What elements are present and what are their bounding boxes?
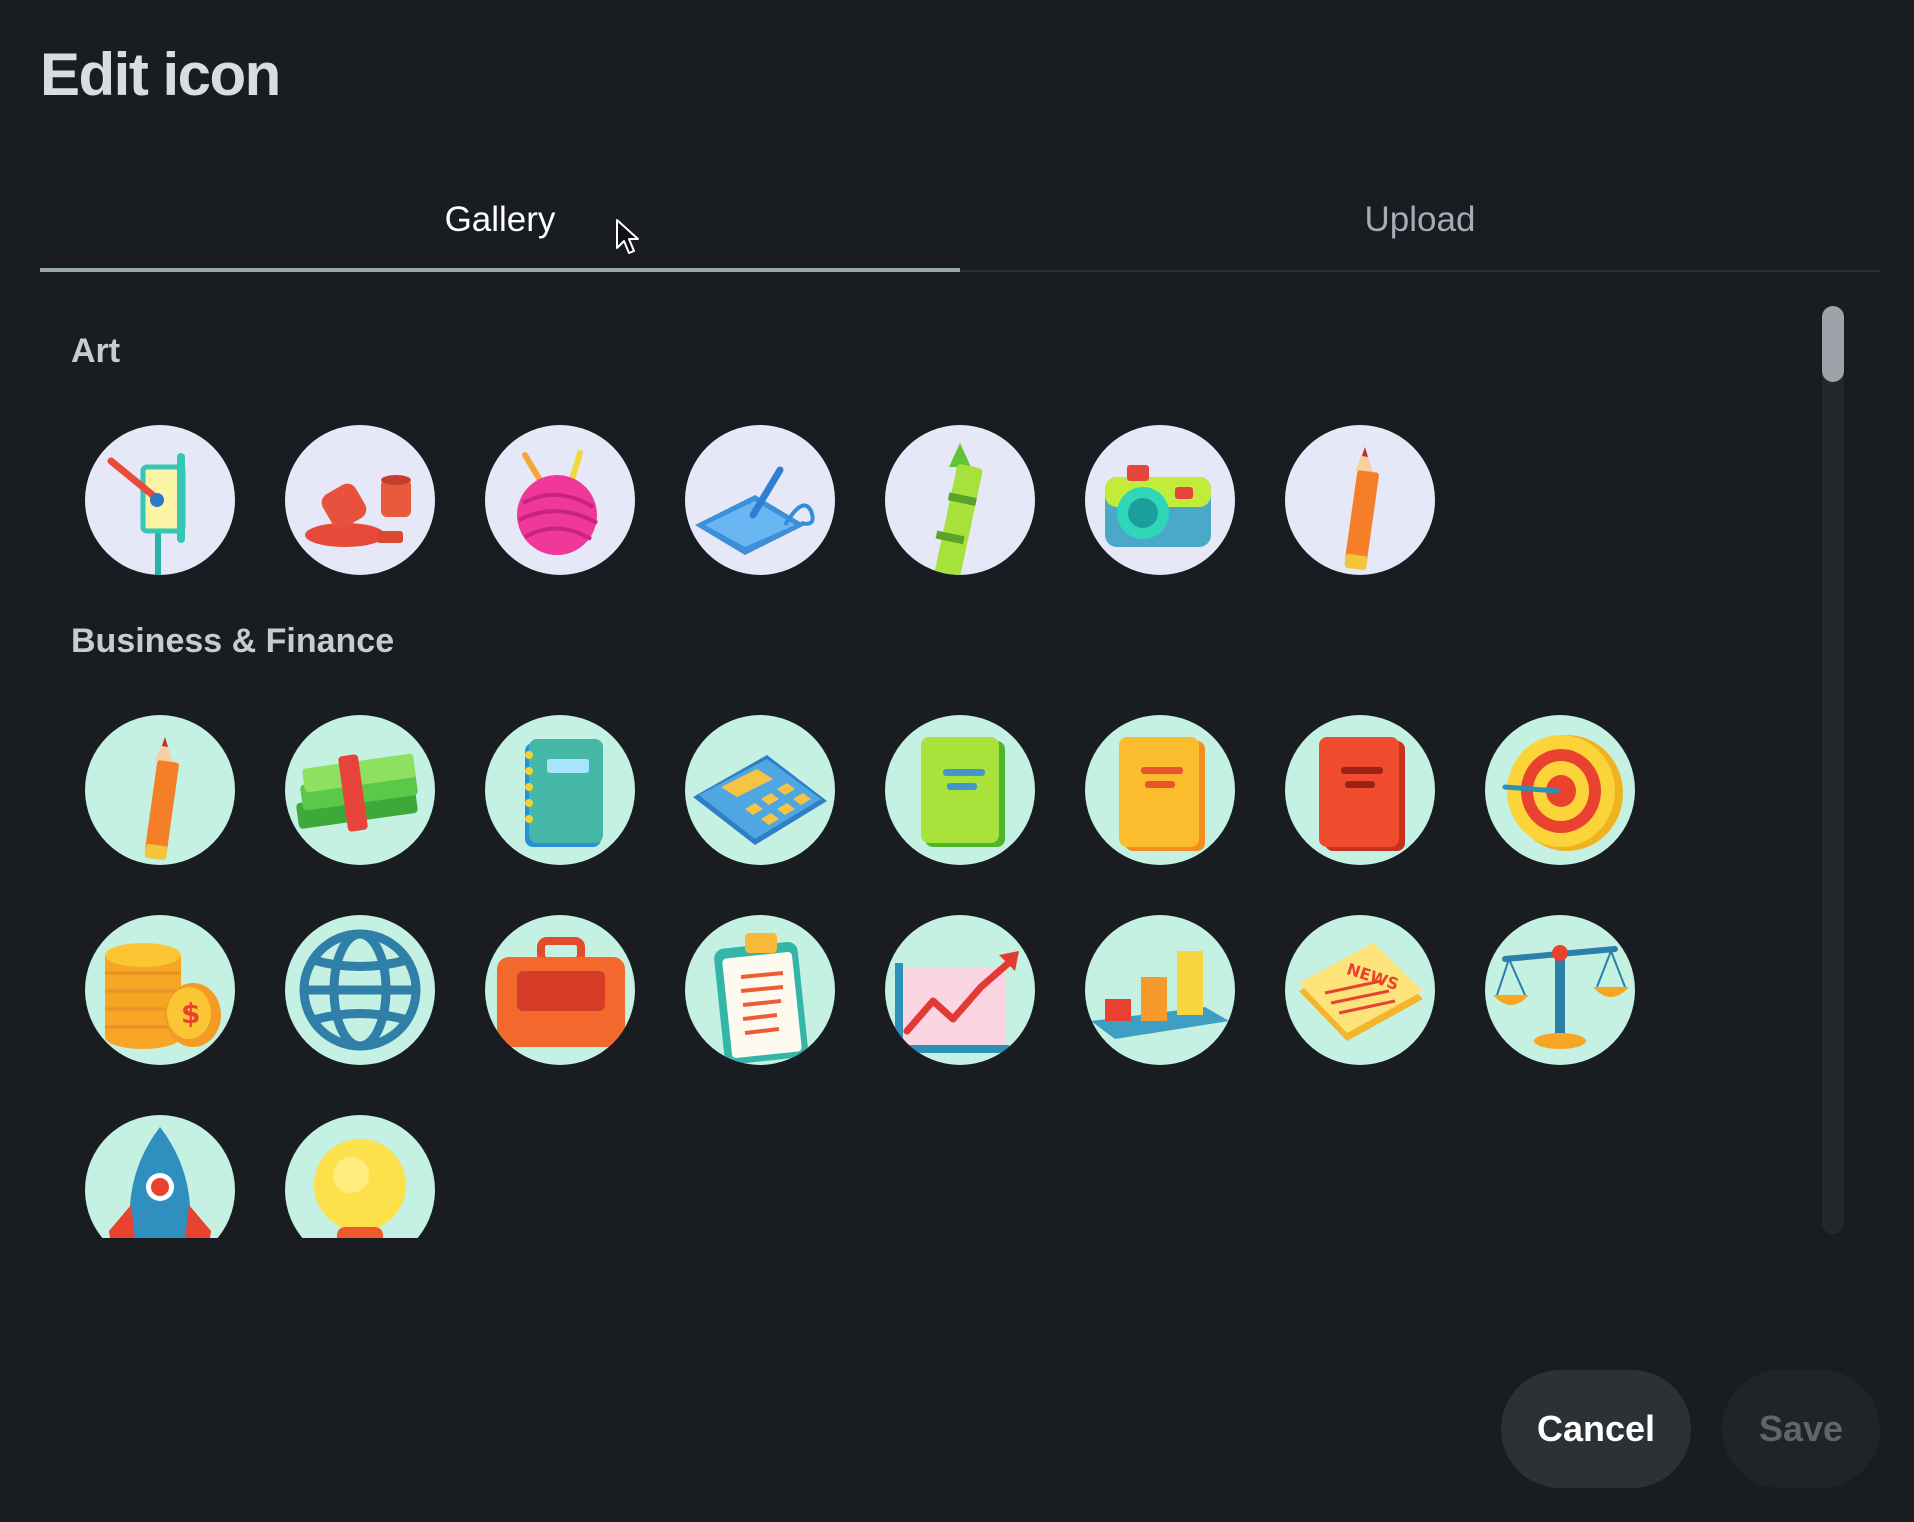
dialog-title: Edit icon (40, 41, 281, 108)
camera-icon[interactable] (1085, 425, 1235, 575)
briefcase-icon[interactable] (485, 915, 635, 1065)
section-title-business-finance: Business & Finance (71, 622, 395, 660)
mouse-cursor-icon (616, 219, 639, 254)
green-book-icon[interactable] (885, 715, 1035, 865)
tab-gallery[interactable]: Gallery (40, 185, 960, 272)
svg-text:$: $ (181, 997, 200, 1030)
spilled-paint-icon[interactable] (285, 425, 435, 575)
bar-chart-icon[interactable] (1085, 915, 1235, 1065)
pencil-icon[interactable] (85, 715, 235, 865)
money-stack-icon[interactable] (285, 715, 435, 865)
icon-gallery[interactable]: Art Business & Finance $ NEWS (40, 300, 1830, 1238)
calculator-icon[interactable] (685, 715, 835, 865)
easel-icon[interactable] (85, 425, 235, 575)
scrollbar-thumb[interactable] (1822, 306, 1844, 382)
tab-upload[interactable]: Upload (960, 185, 1880, 270)
drawing-tablet-icon[interactable] (685, 425, 835, 575)
target-icon[interactable] (1485, 715, 1635, 865)
red-book-icon[interactable] (1285, 715, 1435, 865)
pencil-icon[interactable] (1285, 425, 1435, 575)
rocket-icon[interactable] (85, 1115, 235, 1238)
save-button[interactable]: Save (1722, 1370, 1880, 1488)
lightbulb-icon[interactable] (285, 1115, 435, 1238)
scales-icon[interactable] (1485, 915, 1635, 1065)
trend-chart-icon[interactable] (885, 915, 1035, 1065)
clipboard-icon[interactable] (685, 915, 835, 1065)
crayon-icon[interactable] (885, 425, 1035, 575)
tab-bar: Gallery Upload (40, 185, 1880, 272)
section-title-art: Art (71, 332, 121, 370)
scrollbar-track[interactable] (1822, 306, 1844, 1234)
coins-icon[interactable]: $ (85, 915, 235, 1065)
globe-icon[interactable] (285, 915, 435, 1065)
yellow-book-icon[interactable] (1085, 715, 1235, 865)
yarn-ball-icon[interactable] (485, 425, 635, 575)
cancel-button[interactable]: Cancel (1501, 1370, 1691, 1488)
notebook-icon[interactable] (485, 715, 635, 865)
newspaper-icon[interactable]: NEWS (1285, 915, 1435, 1065)
edit-icon-dialog: Edit icon Gallery Upload Art Business & … (0, 0, 1914, 1522)
